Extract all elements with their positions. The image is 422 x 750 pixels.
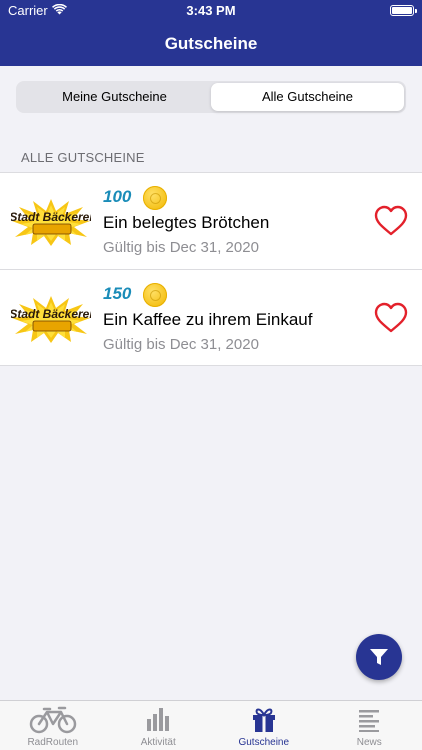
status-bar: Carrier 3:43 PM — [0, 0, 422, 22]
section-header: ALLE GUTSCHEINE — [21, 150, 145, 165]
voucher-title: Ein Kaffee zu ihrem Einkauf — [103, 310, 313, 329]
tab-label: News — [356, 737, 382, 748]
tab-label: RadRouten — [27, 737, 79, 748]
filter-button[interactable] — [356, 634, 402, 680]
voucher-row[interactable]: Stadt Bäckerei 100 Ein belegtes Brötchen… — [0, 173, 422, 269]
tab-radrouten[interactable]: RadRouten — [0, 701, 106, 750]
voucher-filter-segmented-control: Meine Gutscheine Alle Gutscheine — [16, 81, 406, 113]
voucher-points: 100 — [103, 187, 132, 206]
voucher-points: 150 — [103, 284, 132, 303]
battery-icon — [390, 5, 417, 16]
tab-news[interactable]: News — [317, 701, 422, 750]
coin-icon — [143, 283, 167, 307]
favorite-heart-icon[interactable] — [374, 302, 408, 334]
bicycle-icon — [29, 706, 76, 734]
logo-text: Stadt Bäckerei — [11, 307, 91, 321]
voucher-validity: Gültig bis Dec 31, 2020 — [103, 239, 259, 256]
news-lines-icon — [359, 710, 380, 732]
voucher-row[interactable]: Stadt Bäckerei 150 Ein Kaffee zu ihrem E… — [0, 269, 422, 365]
voucher-title: Ein belegtes Brötchen — [103, 213, 270, 232]
segment-meine-gutscheine[interactable]: Meine Gutscheine — [18, 83, 211, 111]
coin-icon — [143, 186, 167, 210]
voucher-validity: Gültig bis Dec 31, 2020 — [103, 336, 259, 353]
segment-alle-gutscheine[interactable]: Alle Gutscheine — [211, 83, 404, 111]
gift-icon — [252, 708, 275, 732]
favorite-heart-icon[interactable] — [374, 205, 408, 237]
stadt-baeckerei-logo: Stadt Bäckerei — [11, 296, 91, 343]
tab-gutscheine[interactable]: Gutscheine — [211, 701, 317, 750]
navigation-bar: Gutscheine — [0, 22, 422, 66]
tab-label: Gutscheine — [238, 737, 290, 748]
stadt-baeckerei-logo: Stadt Bäckerei — [11, 199, 91, 246]
page-title: Gutscheine — [164, 34, 258, 53]
tab-aktivitaet[interactable]: Aktivität — [106, 701, 212, 750]
bar-chart-icon — [147, 708, 170, 731]
logo-text: Stadt Bäckerei — [11, 210, 91, 224]
clock: 3:43 PM — [186, 3, 236, 18]
tab-bar: RadRouten Aktivität Gutscheine News — [0, 700, 422, 750]
tab-label: Aktivität — [140, 737, 176, 748]
filter-funnel-icon — [370, 649, 388, 665]
voucher-list: Stadt Bäckerei 100 Ein belegtes Brötchen… — [0, 172, 422, 366]
